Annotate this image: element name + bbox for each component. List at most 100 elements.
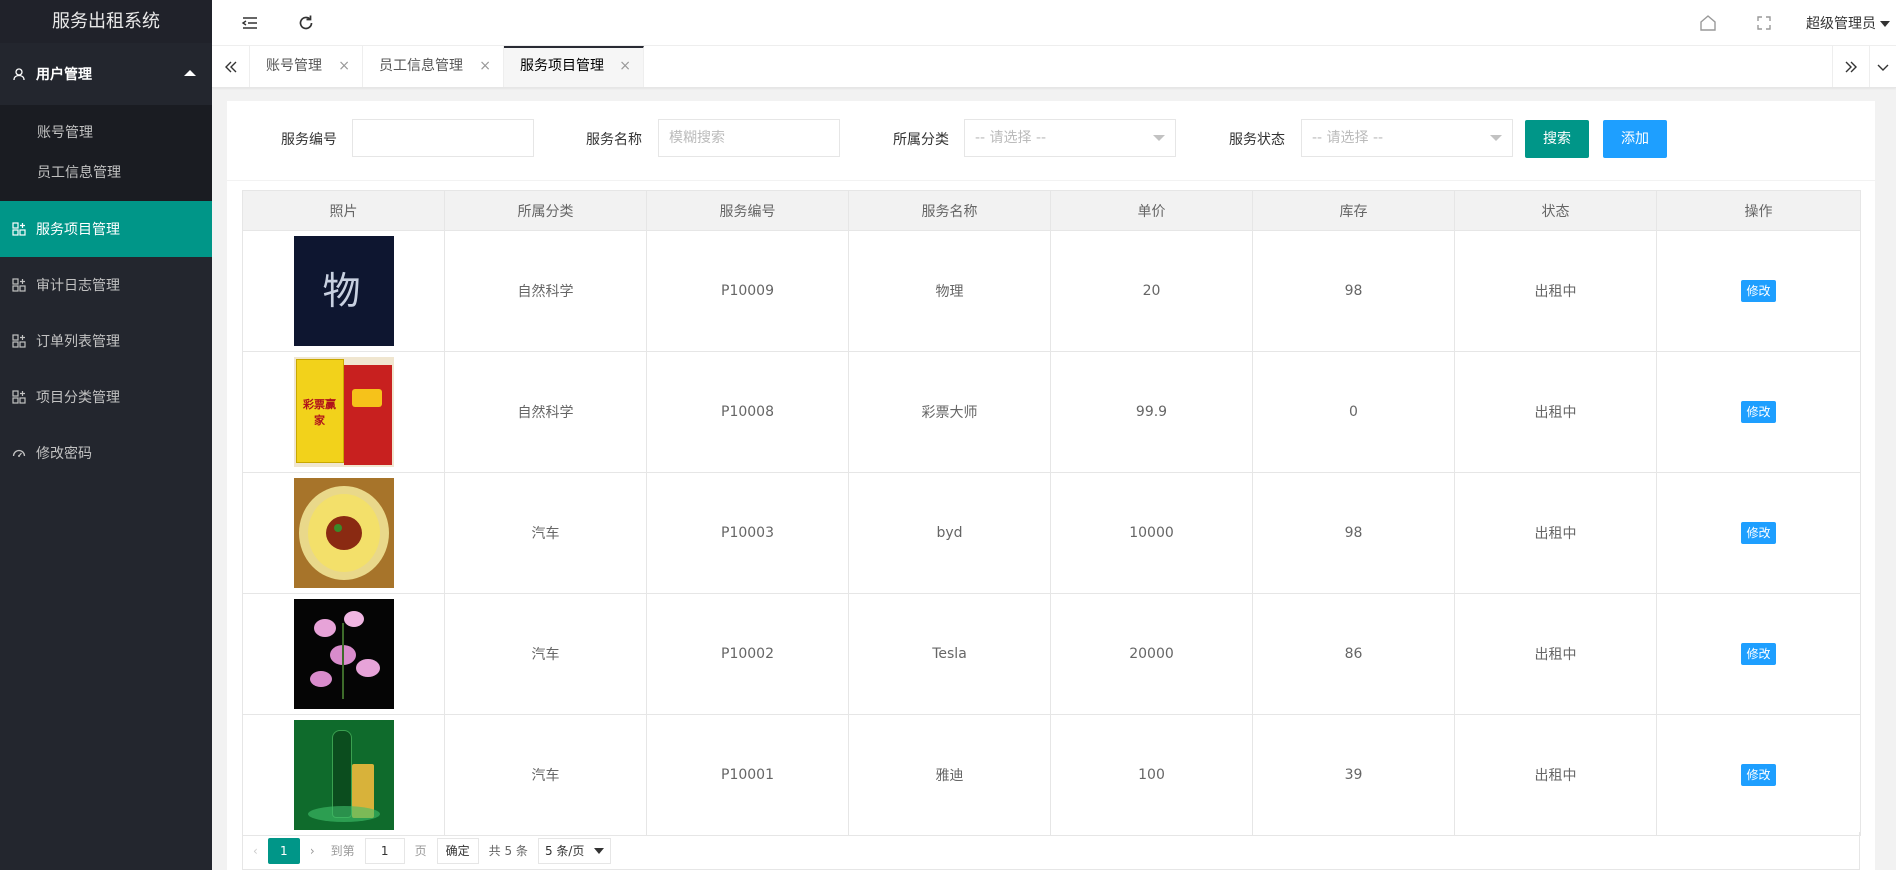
close-icon[interactable]: × (479, 46, 491, 87)
column-header: 服务名称 (848, 190, 1051, 231)
next-page-button[interactable]: › (310, 838, 315, 864)
tab-employee-info[interactable]: 员工信息管理 × (363, 46, 504, 87)
refresh-icon[interactable] (296, 13, 316, 33)
pagination: ‹ 1 › 到第 1 页 确定 共 5 条 5 条/页 (242, 832, 1860, 870)
action-cell: 修改 (1656, 351, 1861, 473)
book-cover-title: 彩票赢家 (303, 398, 336, 427)
product-photo: 物 理 (293, 236, 394, 346)
stock-cell: 98 (1252, 472, 1455, 594)
chevron-up-icon (184, 70, 196, 76)
tabs-dropdown-icon[interactable] (1870, 46, 1896, 87)
table-row: 汽车 P10002 Tesla 20000 86 出租中 修改 (242, 593, 1861, 715)
home-icon[interactable] (1698, 13, 1718, 33)
action-cell: 修改 (1656, 593, 1861, 715)
filter-form: 服务编号 服务名称 模糊搜索 所属分类 -- 请选择 -- 服务状态 -- 请选… (227, 101, 1875, 181)
price-cell: 99.9 (1050, 351, 1253, 473)
page-size-select[interactable]: 5 条/页 (537, 837, 612, 864)
sidebar-group-user-management[interactable]: 用户管理 (0, 43, 212, 105)
code-cell: P10003 (646, 472, 849, 594)
service-code-label: 服务编号 (281, 132, 337, 148)
tab-accounts[interactable]: 账号管理 × (250, 46, 363, 87)
code-cell: P10001 (646, 714, 849, 836)
tab-service-projects[interactable]: 服务项目管理 × (504, 46, 644, 87)
tab-label: 员工信息管理 (379, 58, 463, 74)
service-name-input[interactable]: 模糊搜索 (658, 119, 840, 157)
top-header: 超级管理员 (212, 0, 1896, 46)
status-cell: 出租中 (1454, 230, 1657, 352)
prev-page-button[interactable]: ‹ (253, 838, 258, 864)
category-cell: 自然科学 (444, 351, 647, 473)
product-photo (293, 720, 394, 830)
goto-confirm-button[interactable]: 确定 (436, 837, 479, 864)
sidebar: 服务出租系统 用户管理 账号管理 员工信息管理 服务项目管理 审计日志管理 订单… (0, 0, 212, 870)
action-cell: 修改 (1656, 230, 1861, 352)
name-cell: byd (848, 472, 1051, 594)
edit-button[interactable]: 修改 (1741, 764, 1776, 786)
status-select-value: -- 请选择 -- (1312, 130, 1384, 146)
search-button[interactable]: 搜索 (1525, 120, 1589, 158)
main-content: 服务编号 服务名称 模糊搜索 所属分类 -- 请选择 -- 服务状态 -- 请选… (227, 101, 1875, 870)
action-cell: 修改 (1656, 714, 1861, 836)
sidebar-item-label: 修改密码 (36, 446, 92, 462)
name-cell: 物理 (848, 230, 1051, 352)
table-row: 物 理 自然科学 P10009 物理 20 98 出租中 修改 (242, 230, 1861, 352)
edit-button[interactable]: 修改 (1741, 522, 1776, 544)
service-table: 照片 所属分类 服务编号 服务名称 单价 库存 状态 操作 物 理 自然科学 P… (242, 190, 1861, 836)
current-page[interactable]: 1 (267, 837, 300, 864)
category-select[interactable]: -- 请选择 -- (964, 119, 1176, 157)
user-icon (12, 67, 26, 81)
column-header: 服务编号 (646, 190, 849, 231)
close-icon[interactable]: × (338, 46, 350, 87)
name-cell: 雅迪 (848, 714, 1051, 836)
code-cell: P10009 (646, 230, 849, 352)
close-icon[interactable]: × (619, 48, 631, 85)
menu-fold-icon[interactable] (240, 13, 260, 33)
stock-cell: 0 (1252, 351, 1455, 473)
caret-down-icon (594, 847, 605, 854)
caret-down-icon (1153, 135, 1165, 141)
price-cell: 10000 (1050, 472, 1253, 594)
action-cell: 修改 (1656, 472, 1861, 594)
price-cell: 20000 (1050, 593, 1253, 715)
edit-button[interactable]: 修改 (1741, 401, 1776, 423)
user-menu[interactable]: 超级管理员 (1806, 13, 1890, 33)
service-code-input[interactable] (352, 119, 534, 157)
column-header: 单价 (1050, 190, 1253, 231)
table-row: 汽车 P10001 雅迪 100 39 出租中 修改 (242, 714, 1861, 836)
column-header: 操作 (1656, 190, 1861, 231)
app-title: 服务出租系统 (0, 0, 212, 43)
service-name-label: 服务名称 (586, 132, 642, 148)
edit-button[interactable]: 修改 (1741, 280, 1776, 302)
status-select[interactable]: -- 请选择 -- (1301, 119, 1513, 157)
goto-page-input[interactable]: 1 (364, 837, 405, 864)
grid-plus-icon (12, 278, 26, 292)
status-cell: 出租中 (1454, 472, 1657, 594)
sidebar-item-employee-info[interactable]: 员工信息管理 (0, 153, 212, 193)
tabs-scroll-left-icon[interactable] (212, 46, 250, 87)
photo-cell: 物 理 (242, 230, 445, 352)
sidebar-item-audit-log[interactable]: 审计日志管理 (0, 257, 212, 313)
sidebar-submenu: 账号管理 员工信息管理 (0, 105, 212, 201)
sidebar-item-label: 服务项目管理 (36, 222, 120, 238)
dashboard-icon (12, 446, 26, 460)
column-header: 状态 (1454, 190, 1657, 231)
edit-button[interactable]: 修改 (1741, 643, 1776, 665)
sidebar-item-service-projects[interactable]: 服务项目管理 (0, 201, 212, 257)
sidebar-item-order-list[interactable]: 订单列表管理 (0, 313, 212, 369)
caret-down-icon (1490, 135, 1502, 141)
category-cell: 自然科学 (444, 230, 647, 352)
photo-cell (242, 472, 445, 594)
sidebar-item-category[interactable]: 项目分类管理 (0, 369, 212, 425)
tab-label: 服务项目管理 (520, 58, 604, 74)
grid-plus-icon (12, 222, 26, 236)
fullscreen-icon[interactable] (1754, 13, 1774, 33)
sidebar-item-label: 订单列表管理 (36, 334, 120, 350)
status-label: 服务状态 (1229, 132, 1285, 148)
photo-cell (242, 714, 445, 836)
column-header: 库存 (1252, 190, 1455, 231)
add-button[interactable]: 添加 (1603, 120, 1667, 158)
grid-plus-icon (12, 390, 26, 404)
tabs-scroll-right-icon[interactable] (1832, 46, 1870, 87)
sidebar-item-change-password[interactable]: 修改密码 (0, 425, 212, 481)
sidebar-item-accounts[interactable]: 账号管理 (0, 113, 212, 153)
